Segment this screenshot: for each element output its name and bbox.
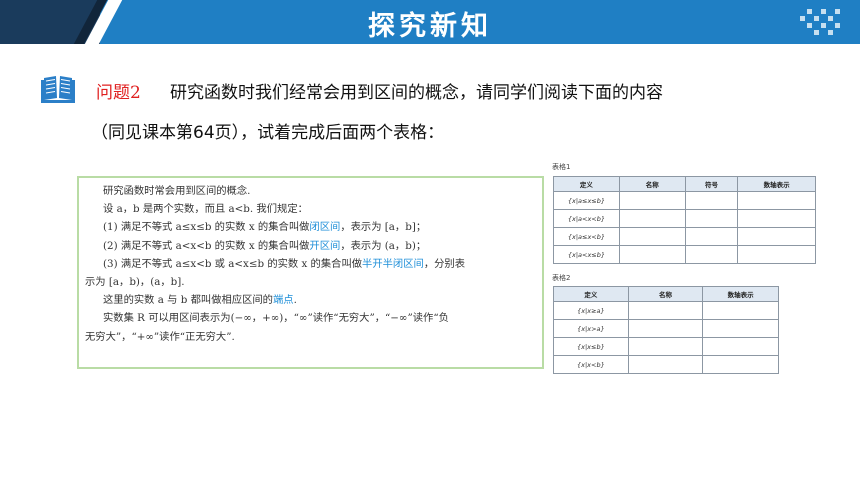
table1-definition-cell: {x|a<x≤b} xyxy=(553,245,620,264)
table-row: {x|a≤x≤b} xyxy=(553,191,816,210)
table1-caption: 表格1 xyxy=(552,163,571,171)
dot-pattern-icon xyxy=(800,6,844,38)
excerpt-line: (3) 满足不等式 a≤x<b 或 a<x≤b 的实数 x 的集合叫做半开半闭区… xyxy=(103,257,466,270)
table-row: {x|x≤b} xyxy=(553,337,779,356)
table2-definition-cell: {x|x>a} xyxy=(553,319,629,338)
excerpt-line: 示为 [a，b)，(a，b]. xyxy=(85,276,185,289)
question-text-line1: 研究函数时我们经常会用到区间的概念，请同学们阅读下面的内容 xyxy=(170,83,663,103)
table1-header: 定义 xyxy=(553,176,620,192)
table1-symbol-cell[interactable] xyxy=(684,245,739,264)
excerpt-line: 无穷大”，“+∞”读作“正无穷大”. xyxy=(85,330,235,343)
table2-name-cell[interactable] xyxy=(627,355,704,374)
table2-definition-cell: {x|x<b} xyxy=(553,355,629,374)
excerpt-line: 设 a，b 是两个实数，而且 a<b. 我们规定： xyxy=(103,203,308,216)
table2-name-cell[interactable] xyxy=(627,301,704,320)
table2-caption: 表格2 xyxy=(552,274,571,282)
table2-numberline-cell[interactable] xyxy=(702,301,779,320)
term-closed-interval: 闭区间 xyxy=(309,221,341,234)
excerpt-line: (2) 满足不等式 a<x<b 的实数 x 的集合叫做开区间，表示为 (a，b)… xyxy=(103,239,427,252)
term-half-open-interval: 半开半闭区间 xyxy=(362,257,424,270)
table1-header: 名称 xyxy=(618,176,686,192)
table1-header: 数轴表示 xyxy=(737,176,816,192)
excerpt-line: (1) 满足不等式 a≤x≤b 的实数 x 的集合叫做闭区间，表示为 [a，b]… xyxy=(103,221,427,234)
table2-header: 定义 xyxy=(553,286,629,302)
table2: 定义 名称 数轴表示 {x|x≥a} {x|x>a} {x|x≤b} {x|x<… xyxy=(553,286,779,374)
table-row: {x|a≤x<b} xyxy=(553,227,816,246)
term-open-interval: 开区间 xyxy=(309,239,341,252)
table1: 定义 名称 符号 数轴表示 {x|a≤x≤b} {x|a<x<b} {x|a≤x… xyxy=(553,176,816,264)
excerpt-line: 研究函数时常会用到区间的概念. xyxy=(103,185,251,197)
table1-name-cell[interactable] xyxy=(618,245,686,264)
table2-numberline-cell[interactable] xyxy=(702,319,779,338)
table1-definition-cell: {x|a≤x≤b} xyxy=(553,191,620,210)
table1-numberline-cell[interactable] xyxy=(737,227,816,246)
table2-definition-cell: {x|x≥a} xyxy=(553,301,629,320)
table-row: {x|a<x<b} xyxy=(553,209,816,228)
table-row: {x|x≥a} xyxy=(553,301,779,320)
table2-numberline-cell[interactable] xyxy=(702,355,779,374)
page-title: 探究新知 xyxy=(368,11,492,42)
table1-name-cell[interactable] xyxy=(618,209,686,228)
table1-header: 符号 xyxy=(684,176,739,192)
table2-definition-cell: {x|x≤b} xyxy=(553,337,629,356)
excerpt-line: 这里的实数 a 与 b 都叫做相应区间的端点. xyxy=(103,294,297,307)
excerpt-line: 实数集 R 可以用区间表示为(−∞，+∞)，“∞”读作“无穷大”，“−∞”读作“… xyxy=(103,312,449,325)
table1-symbol-cell[interactable] xyxy=(684,209,739,228)
question-text-line2: （同见课本第64页），试着完成后面两个表格： xyxy=(91,123,445,143)
open-book-icon xyxy=(41,76,75,103)
table1-definition-cell: {x|a≤x<b} xyxy=(553,227,620,246)
question-label: 问题2 xyxy=(96,83,141,103)
table1-numberline-cell[interactable] xyxy=(737,245,816,264)
table-row: {x|a<x≤b} xyxy=(553,245,816,264)
table1-definition-cell: {x|a<x<b} xyxy=(553,209,620,228)
table2-header: 数轴表示 xyxy=(702,286,779,302)
table2-header: 名称 xyxy=(627,286,704,302)
table1-numberline-cell[interactable] xyxy=(737,191,816,210)
term-endpoint: 端点 xyxy=(272,294,294,307)
table1-symbol-cell[interactable] xyxy=(684,227,739,246)
table1-symbol-cell[interactable] xyxy=(684,191,739,210)
table-row: {x|x>a} xyxy=(553,319,779,338)
table-row: {x|x<b} xyxy=(553,355,779,374)
table2-name-cell[interactable] xyxy=(627,319,704,338)
table1-name-cell[interactable] xyxy=(618,227,686,246)
header-banner: 探究新知 xyxy=(0,0,860,44)
textbook-excerpt: 研究函数时常会用到区间的概念. 设 a，b 是两个实数，而且 a<b. 我们规定… xyxy=(77,176,544,369)
table1-name-cell[interactable] xyxy=(618,191,686,210)
table2-numberline-cell[interactable] xyxy=(702,337,779,356)
table1-numberline-cell[interactable] xyxy=(737,209,816,228)
table2-name-cell[interactable] xyxy=(627,337,704,356)
